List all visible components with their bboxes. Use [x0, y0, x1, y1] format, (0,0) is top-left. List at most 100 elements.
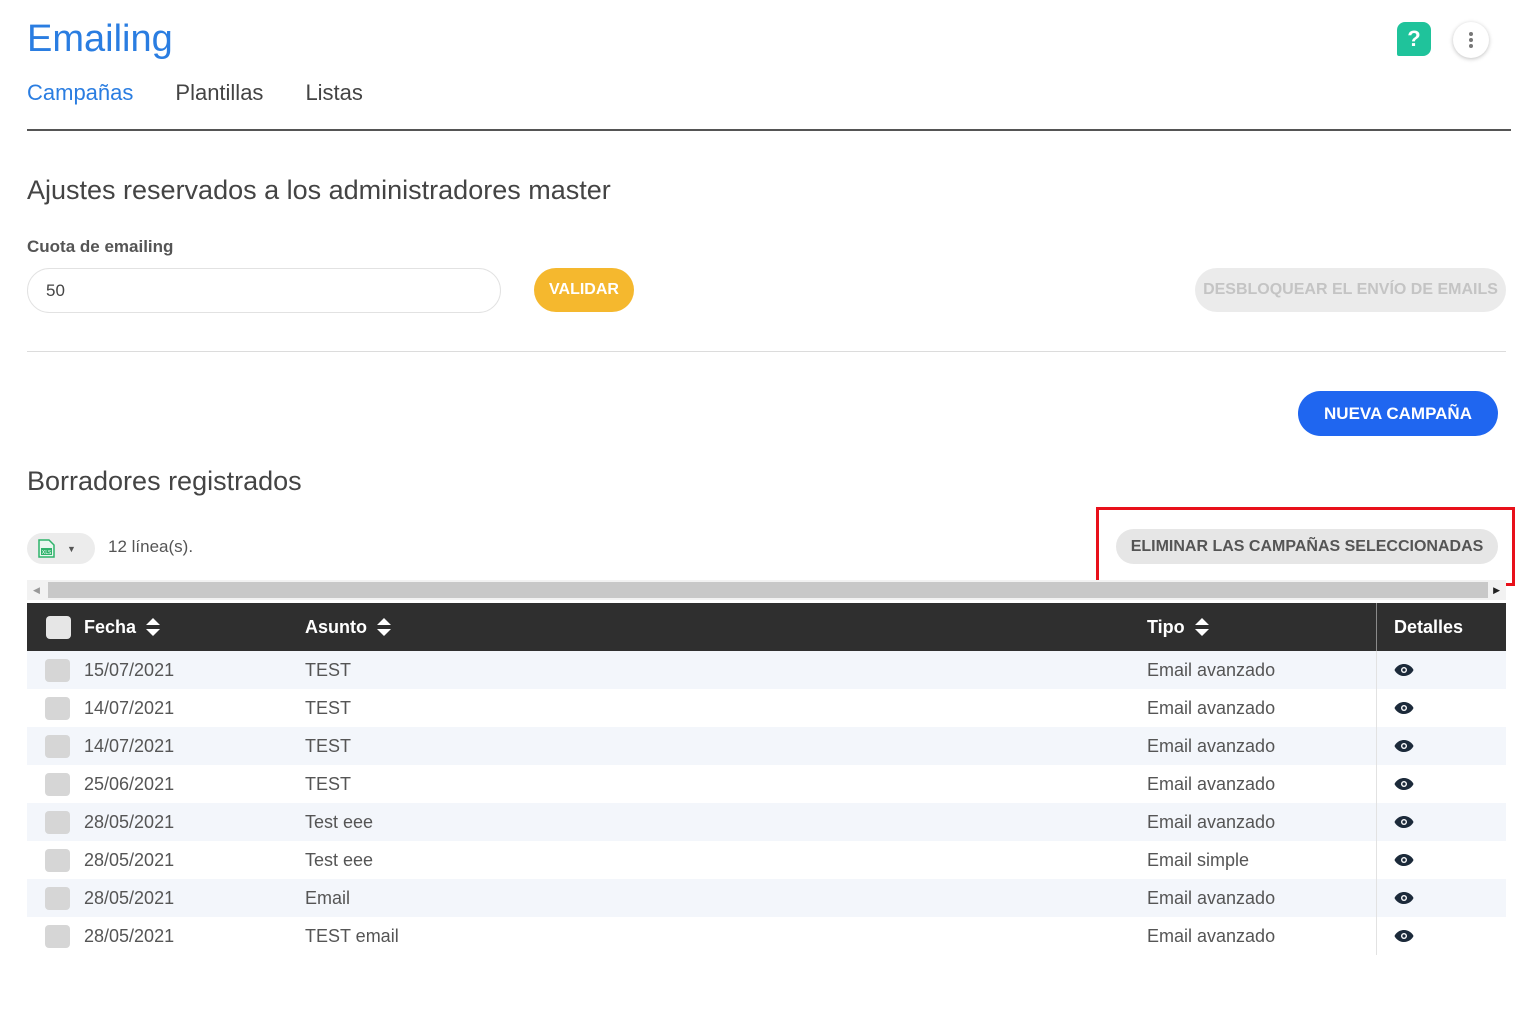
export-dropdown[interactable]: XLS ▼ [27, 533, 95, 564]
new-campaign-button[interactable]: NUEVA CAMPAÑA [1298, 391, 1498, 436]
sort-icon [1194, 618, 1209, 636]
column-type[interactable]: Tipo [1147, 603, 1210, 651]
eye-icon[interactable] [1394, 777, 1414, 791]
row-type: Email simple [1147, 849, 1250, 870]
column-subject-label: Asunto [305, 616, 367, 637]
row-separator [1376, 651, 1377, 689]
tab-bar: Campañas Plantillas Listas [27, 80, 363, 116]
svg-text:XLS: XLS [42, 550, 51, 556]
row-checkbox[interactable] [45, 924, 70, 948]
eye-icon[interactable] [1394, 663, 1414, 677]
row-subject: TEST [305, 697, 352, 718]
column-subject[interactable]: Asunto [305, 603, 392, 651]
row-checkbox[interactable] [45, 848, 70, 872]
row-type: Email avanzado [1147, 925, 1276, 946]
eye-icon[interactable] [1394, 701, 1414, 715]
row-separator [1376, 689, 1377, 727]
eye-icon[interactable] [1394, 739, 1414, 753]
row-separator [1376, 727, 1377, 765]
scroll-right-icon[interactable]: ▶ [1493, 585, 1500, 596]
more-options-button[interactable] [1453, 22, 1489, 58]
section-divider [27, 351, 1506, 352]
tabs-divider [27, 129, 1511, 131]
column-date-label: Fecha [84, 616, 137, 637]
row-checkbox[interactable] [45, 658, 70, 682]
table-row: 28/05/2021 Email Email avanzado [27, 879, 1506, 917]
highlight-box [1096, 507, 1515, 586]
table-row: 28/05/2021 TEST email Email avanzado [27, 917, 1506, 955]
row-subject: TEST [305, 773, 352, 794]
row-type: Email avanzado [1147, 697, 1276, 718]
row-date: 14/07/2021 [84, 697, 175, 718]
help-button[interactable]: ? [1397, 22, 1431, 56]
spreadsheet-icon: XLS [38, 539, 55, 558]
table-body: 15/07/2021 TEST Email avanzado 14/07/202… [27, 651, 1506, 955]
row-subject: Test eee [305, 849, 374, 870]
row-subject: TEST email [305, 925, 399, 946]
row-date: 28/05/2021 [84, 811, 175, 832]
drafts-title: Borradores registrados [27, 466, 302, 496]
row-checkbox[interactable] [45, 772, 70, 796]
eye-icon[interactable] [1394, 929, 1414, 943]
validate-button[interactable]: VALIDAR [534, 268, 634, 312]
table-row: 28/05/2021 Test eee Email simple [27, 841, 1506, 879]
row-separator [1376, 879, 1377, 917]
tab-lists[interactable]: Listas [305, 80, 362, 116]
chevron-down-icon: ▼ [67, 543, 76, 554]
tab-templates[interactable]: Plantillas [175, 80, 263, 116]
row-checkbox[interactable] [45, 886, 70, 910]
column-separator [1376, 603, 1377, 651]
column-date[interactable]: Fecha [84, 603, 161, 651]
admin-settings-title: Ajustes reservados a los administradores… [27, 175, 611, 205]
more-vertical-icon [1469, 32, 1473, 48]
select-all-checkbox[interactable] [46, 615, 71, 639]
eye-icon[interactable] [1394, 853, 1414, 867]
horizontal-scrollbar[interactable]: ◀ ▶ [27, 580, 1506, 600]
quota-label: Cuota de emailing [27, 237, 174, 256]
row-separator [1376, 917, 1377, 955]
table-row: 14/07/2021 TEST Email avanzado [27, 689, 1506, 727]
quota-input[interactable] [27, 268, 501, 313]
select-all-checkbox-cell [46, 603, 71, 651]
row-type: Email avanzado [1147, 887, 1276, 908]
column-details: Detalles [1394, 603, 1463, 651]
eye-icon[interactable] [1394, 815, 1414, 829]
tab-campaigns[interactable]: Campañas [27, 80, 133, 116]
column-details-label: Detalles [1394, 616, 1464, 637]
question-icon: ? [1407, 26, 1421, 51]
table-row: 14/07/2021 TEST Email avanzado [27, 727, 1506, 765]
row-separator [1376, 765, 1377, 803]
scrollbar-thumb[interactable] [48, 582, 1488, 598]
row-type: Email avanzado [1147, 735, 1276, 756]
unlock-emails-button[interactable]: DESBLOQUEAR EL ENVÍO DE EMAILS [1195, 268, 1506, 312]
sort-icon [146, 618, 161, 636]
eye-icon[interactable] [1394, 891, 1414, 905]
row-subject: Test eee [305, 811, 374, 832]
row-separator [1376, 841, 1377, 879]
row-subject: Email [305, 887, 351, 908]
table-row: 28/05/2021 Test eee Email avanzado [27, 803, 1506, 841]
row-checkbox[interactable] [45, 696, 70, 720]
row-date: 25/06/2021 [84, 773, 175, 794]
row-date: 28/05/2021 [84, 887, 175, 908]
table-header: Fecha Asunto Tipo Detalles [27, 603, 1506, 651]
row-count: 12 línea(s). [108, 537, 194, 556]
sort-icon [377, 618, 391, 636]
row-checkbox[interactable] [45, 810, 70, 834]
row-date: 14/07/2021 [84, 735, 175, 756]
row-type: Email avanzado [1147, 773, 1276, 794]
row-date: 28/05/2021 [84, 849, 175, 870]
row-separator [1376, 803, 1377, 841]
row-type: Email avanzado [1147, 811, 1276, 832]
row-date: 15/07/2021 [84, 659, 175, 680]
table-row: 15/07/2021 TEST Email avanzado [27, 651, 1506, 689]
row-checkbox[interactable] [45, 734, 70, 758]
row-subject: TEST [305, 735, 352, 756]
row-date: 28/05/2021 [84, 925, 175, 946]
column-type-label: Tipo [1147, 616, 1185, 637]
page-title: Emailing [27, 18, 173, 60]
row-type: Email avanzado [1147, 659, 1276, 680]
scroll-left-icon[interactable]: ◀ [33, 585, 40, 596]
row-subject: TEST [305, 659, 352, 680]
table-row: 25/06/2021 TEST Email avanzado [27, 765, 1506, 803]
